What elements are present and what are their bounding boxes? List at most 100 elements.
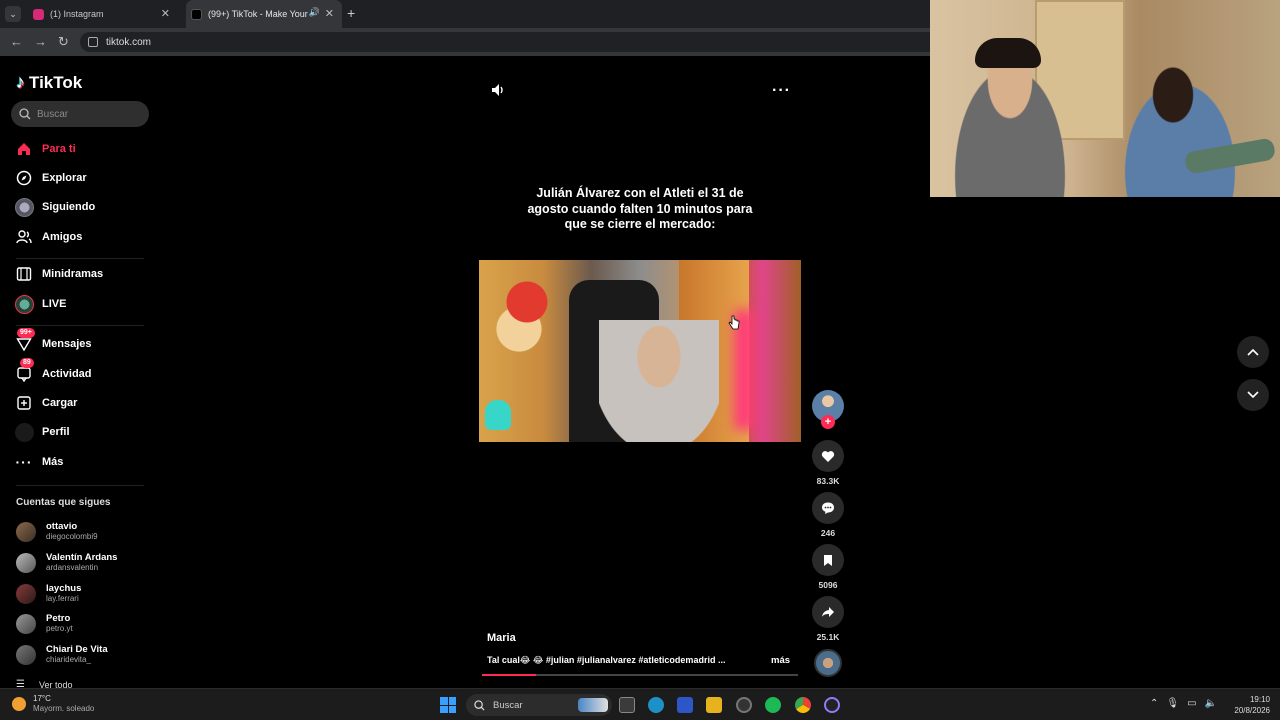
avatar — [16, 613, 36, 634]
following-account[interactable]: ottavio diegocolombi9 — [16, 521, 98, 542]
weather-widget[interactable]: 17°C Mayorm. soleado — [12, 694, 94, 714]
video-progress-fill — [482, 674, 536, 676]
account-name: ottavio — [46, 521, 78, 532]
close-tab-icon[interactable]: ✕ — [325, 7, 334, 20]
nav-perfil[interactable]: Perfil — [14, 422, 70, 442]
account-handle: diegocolombi9 — [46, 532, 98, 541]
search-placeholder: Buscar — [37, 108, 69, 120]
nav-explorar[interactable]: Explorar — [14, 168, 87, 188]
like-button[interactable] — [812, 440, 844, 472]
account-name: Petro — [46, 613, 71, 624]
account-name: Chiari De Vita — [46, 644, 108, 655]
video-frame-detail — [485, 400, 511, 430]
upload-icon — [14, 393, 34, 413]
description-more-link[interactable]: más — [771, 655, 790, 666]
share-button[interactable] — [812, 596, 844, 628]
video-author[interactable]: Maria — [487, 632, 516, 644]
heart-icon — [821, 450, 835, 462]
browser-tab-bar: ⌄ (1) Instagram ✕ (99+) TikTok - Make Yo… — [0, 0, 930, 28]
app-icon[interactable] — [824, 697, 840, 713]
nav-label: Explorar — [42, 172, 87, 184]
tiktok-logo[interactable]: ♪ TikTok — [16, 72, 82, 93]
new-tab-button[interactable]: + — [347, 5, 355, 21]
spotify-icon[interactable] — [765, 697, 781, 713]
sun-icon — [12, 697, 26, 711]
tab-tiktok[interactable]: (99+) TikTok - Make Your Da 🔊 ✕ — [186, 0, 342, 28]
follow-plus-button[interactable]: + — [821, 415, 835, 429]
chrome-icon[interactable] — [795, 697, 811, 713]
account-name: laychus — [46, 583, 82, 594]
forward-button[interactable]: → — [34, 34, 47, 49]
store-icon[interactable] — [677, 697, 693, 713]
comment-button[interactable] — [812, 492, 844, 524]
reload-button[interactable]: ↻ — [58, 34, 69, 50]
nav-mas[interactable]: ··· Más — [14, 452, 64, 472]
nav-para-ti[interactable]: Para ti — [14, 139, 76, 159]
bookmark-icon — [824, 554, 832, 566]
comment-icon — [822, 502, 834, 514]
nav-live[interactable]: LIVE — [14, 294, 66, 314]
start-button[interactable] — [440, 697, 456, 713]
nav-label: Minidramas — [42, 268, 104, 280]
following-account[interactable]: Valentín Ardans ardansvalentin — [16, 552, 117, 573]
volume-icon[interactable]: 🔈 — [1205, 698, 1217, 709]
previous-video-button[interactable] — [1237, 336, 1269, 368]
music-disc-icon[interactable] — [814, 649, 842, 677]
back-button[interactable]: ← — [10, 34, 23, 49]
video-frame-detail — [599, 320, 719, 442]
url-field[interactable]: tiktok.com — [80, 32, 930, 52]
chevron-up-icon[interactable]: ⌃ — [1150, 698, 1158, 709]
tiktok-favicon-icon — [191, 8, 202, 20]
tab-search-button[interactable]: ⌄ — [5, 6, 21, 22]
nav-mensajes[interactable]: 99+ Mensajes — [14, 328, 92, 354]
like-action[interactable]: 83.3K — [812, 440, 844, 486]
system-tray[interactable]: ⌃ 🎙 ▭ 🔈 — [1150, 698, 1217, 709]
tab-instagram[interactable]: (1) Instagram ✕ — [28, 0, 178, 28]
comment-action[interactable]: 246 — [812, 492, 844, 538]
video-frame-detail — [487, 266, 567, 356]
home-icon — [14, 139, 34, 159]
next-video-button[interactable] — [1237, 379, 1269, 411]
nav-siguiendo[interactable]: Siguiendo — [14, 197, 95, 217]
obs-icon[interactable] — [736, 697, 752, 713]
taskbar-search[interactable]: Buscar — [466, 694, 612, 716]
like-count: 83.3K — [816, 476, 840, 486]
save-action[interactable]: 5096 — [812, 544, 844, 590]
video-overlay-caption: Julián Álvarez con el Atleti el 31 de ag… — [527, 186, 753, 231]
messages-badge: 99+ — [17, 328, 35, 338]
share-action[interactable]: 25.1K — [812, 596, 844, 642]
edge-icon[interactable] — [648, 697, 664, 713]
file-explorer-icon[interactable] — [706, 697, 722, 713]
video-more-options-button[interactable]: ··· — [772, 82, 791, 100]
nav-label: Siguiendo — [42, 201, 96, 213]
nav-label: Para ti — [42, 143, 76, 155]
video-progress-bar[interactable] — [482, 674, 798, 676]
task-view-icon[interactable] — [619, 697, 635, 713]
following-account[interactable]: Petro petro.yt — [16, 613, 73, 634]
following-account[interactable]: laychus lay.ferrari — [16, 583, 81, 604]
dots-icon: ··· — [772, 82, 791, 99]
network-icon[interactable]: ▭ — [1187, 698, 1196, 709]
speaker-icon — [492, 84, 503, 96]
sound-button[interactable] — [490, 82, 506, 103]
activity-badge: 89 — [20, 358, 34, 368]
save-count: 5096 — [818, 580, 838, 590]
chevron-up-icon — [1247, 348, 1259, 356]
save-button[interactable] — [812, 544, 844, 576]
search-input[interactable]: Buscar — [11, 101, 149, 127]
tab-audio-icon[interactable]: 🔊 — [309, 7, 320, 18]
messages-icon: 99+ — [14, 328, 35, 354]
account-handle: ardansvalentin — [46, 563, 99, 572]
nav-cargar[interactable]: Cargar — [14, 393, 77, 413]
video-player[interactable] — [479, 260, 801, 442]
weather-text: Mayorm. soleado — [33, 704, 95, 713]
windows-taskbar: 17°C Mayorm. soleado Buscar ⌃ 🎙 ▭ 🔈 19:10… — [0, 688, 1280, 720]
nav-actividad[interactable]: 89 Actividad — [14, 358, 92, 384]
system-clock[interactable]: 19:10 20/8/2026 — [1228, 694, 1270, 716]
nav-amigos[interactable]: Amigos — [14, 227, 82, 247]
following-account[interactable]: Chiari De Vita chiaridevita_ — [16, 644, 108, 665]
nav-minidramas[interactable]: Minidramas — [14, 264, 103, 284]
site-info-icon[interactable] — [88, 37, 98, 47]
close-tab-icon[interactable]: ✕ — [161, 7, 170, 20]
microphone-icon[interactable]: 🎙 — [1166, 698, 1179, 709]
